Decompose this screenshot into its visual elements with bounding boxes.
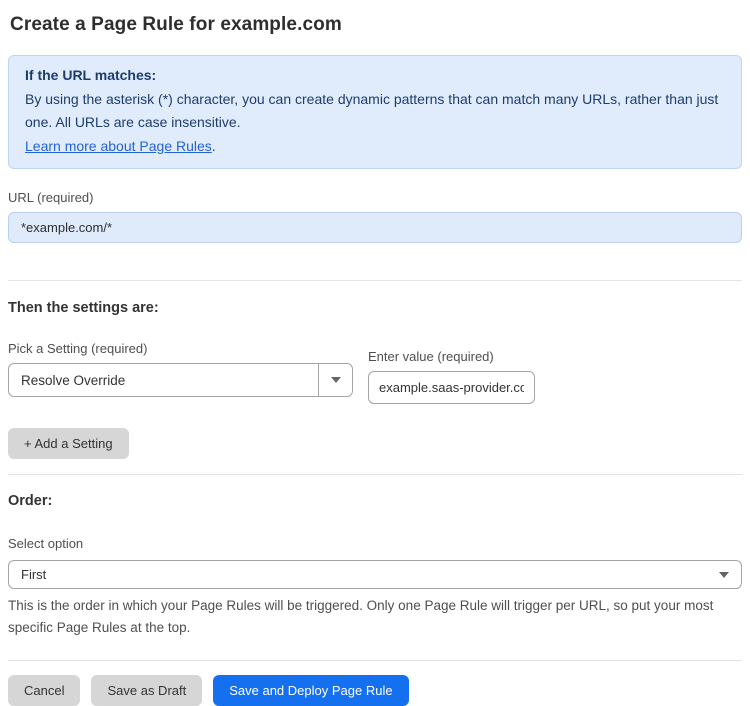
- setting-value-label: Enter value (required): [368, 349, 494, 364]
- chevron-down-icon: [719, 571, 729, 578]
- learn-more-link[interactable]: Learn more about Page Rules: [25, 138, 212, 154]
- setting-select-value: Resolve Override: [21, 372, 126, 388]
- page-rule-form: Create a Page Rule for example.com If th…: [0, 0, 750, 706]
- order-select-label: Select option: [8, 536, 84, 551]
- url-match-info-box: If the URL matches: By using the asteris…: [8, 55, 742, 169]
- setting-select[interactable]: Resolve Override: [8, 363, 353, 397]
- order-help-text: This is the order in which your Page Rul…: [8, 598, 714, 635]
- url-field-label: URL (required): [8, 190, 94, 205]
- info-box-link-line: Learn more about Page Rules.: [25, 135, 725, 159]
- order-select-arrow-box[interactable]: [707, 571, 741, 578]
- settings-section-heading: Then the settings are:: [8, 300, 159, 316]
- order-section-heading: Order:: [8, 493, 53, 509]
- add-setting-button[interactable]: + Add a Setting: [8, 428, 129, 459]
- info-box-heading: If the URL matches:: [25, 67, 157, 83]
- url-input[interactable]: [8, 212, 742, 243]
- setting-value-column: Enter value (required): [368, 349, 535, 404]
- divider: [8, 660, 742, 661]
- setting-picker-label: Pick a Setting (required): [8, 341, 148, 356]
- divider: [8, 280, 742, 281]
- chevron-down-icon: [330, 377, 341, 383]
- order-select-value: First: [21, 567, 47, 582]
- info-box-body: By using the asterisk (*) character, you…: [25, 90, 719, 131]
- order-select[interactable]: First: [8, 560, 742, 589]
- link-suffix: .: [211, 137, 216, 154]
- page-title: Create a Page Rule for example.com: [10, 14, 342, 35]
- divider: [8, 474, 742, 475]
- setting-select-arrow-box[interactable]: [318, 364, 352, 396]
- setting-picker-column: Pick a Setting (required) Resolve Overri…: [8, 341, 353, 404]
- setting-value-input[interactable]: [368, 371, 535, 404]
- settings-row: Pick a Setting (required) Resolve Overri…: [8, 341, 742, 404]
